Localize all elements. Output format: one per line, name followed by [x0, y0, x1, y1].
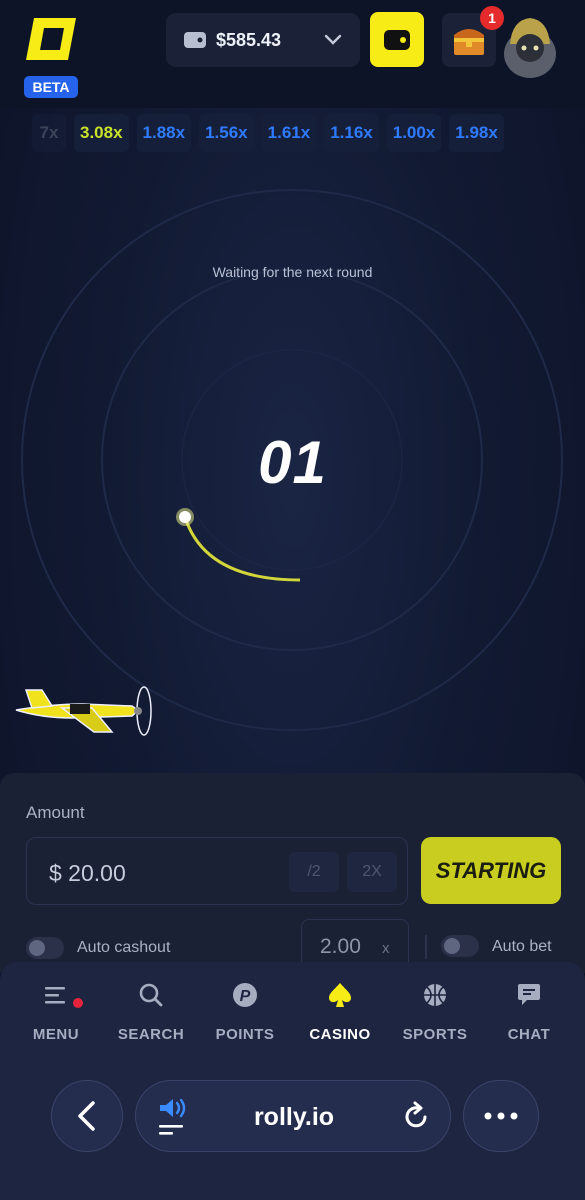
plane-icon	[15, 686, 152, 736]
bottom-nav: MENU SEARCH P POINTS CASINO SPORTS CHAT	[0, 962, 585, 1057]
halve-button[interactable]: /2	[289, 852, 339, 892]
nav-item-points[interactable]: P POINTS	[198, 980, 292, 1043]
multiplier-chip: 1.56x	[199, 114, 254, 152]
nav-label: SPORTS	[402, 1026, 468, 1043]
nav-label: CHAT	[507, 1026, 551, 1043]
auto-cashout-toggle[interactable]	[26, 937, 64, 959]
page: BETA $585.43 1 7x 3.08x 1.88x 1.56x 1.61…	[0, 0, 585, 1200]
divider	[425, 935, 427, 959]
auto-bet-label: Auto bet	[492, 938, 552, 955]
chevron-down-icon	[324, 34, 342, 45]
toggle-knob	[444, 938, 460, 954]
search-icon	[139, 983, 163, 1007]
nav-item-sports[interactable]: SPORTS	[388, 980, 482, 1043]
nav-label: POINTS	[215, 1026, 275, 1043]
multiplier-chip: 1.88x	[136, 114, 192, 152]
toggle-knob	[29, 940, 45, 956]
auto-bet-toggle[interactable]	[441, 935, 479, 957]
countdown: 01	[258, 429, 327, 496]
nav-item-menu[interactable]: MENU	[9, 980, 103, 1043]
multiplier-chip: 7x	[32, 114, 66, 152]
svg-text:P: P	[240, 988, 251, 1005]
address-bar[interactable]: rolly.io	[135, 1080, 451, 1152]
treasure-chest-icon	[454, 29, 484, 55]
avatar[interactable]	[500, 14, 560, 78]
logo-icon[interactable]	[24, 14, 78, 64]
basketball-icon	[424, 984, 446, 1006]
nav-label: MENU	[32, 1026, 80, 1043]
wallet-icon	[184, 32, 206, 48]
multiplier-history: 7x 3.08x 1.88x 1.56x 1.61x 1.16x 1.00x 1…	[0, 112, 585, 154]
chat-icon	[518, 984, 540, 1005]
multiplier-chip: 1.00x	[386, 114, 442, 152]
starting-button[interactable]: STARTING	[421, 837, 561, 904]
multiplier-chip: 3.08x	[74, 114, 129, 152]
auto-cashout-value: 2.00	[320, 935, 361, 958]
spade-icon	[329, 983, 351, 1007]
notification-dot	[73, 998, 83, 1008]
nav-item-casino[interactable]: CASINO	[293, 980, 387, 1043]
multiplier-chip: 1.16x	[324, 114, 379, 152]
back-button[interactable]	[51, 1080, 123, 1152]
points-icon: P	[233, 983, 257, 1007]
balance-value: $585.43	[216, 29, 282, 50]
double-button[interactable]: 2X	[347, 852, 397, 892]
nav-item-search[interactable]: SEARCH	[104, 980, 198, 1043]
bet-panel: Amount $ 20.00 /2 2X STARTING Auto casho…	[0, 773, 585, 973]
nav-item-chat[interactable]: CHAT	[482, 980, 576, 1043]
round-status: Waiting for the next round	[212, 264, 373, 280]
reload-icon[interactable]	[400, 1101, 432, 1133]
nav-label: CASINO	[309, 1026, 371, 1043]
multiplier-chip: 1.98x	[449, 114, 504, 152]
browser-toolbar: rolly.io	[0, 1057, 585, 1200]
amount-field[interactable]: $ 20.00 /2 2X	[26, 837, 408, 905]
menu-icon	[45, 987, 65, 1004]
auto-cashout-label: Auto cashout	[77, 939, 171, 956]
beta-badge: BETA	[24, 76, 78, 98]
amount-label: Amount	[26, 803, 85, 822]
nav-label: SEARCH	[117, 1026, 185, 1043]
header: BETA $585.43 1	[0, 0, 585, 108]
amount-value[interactable]: $ 20.00	[49, 860, 126, 887]
chevron-left-icon	[78, 1101, 95, 1131]
wallet-button[interactable]	[370, 12, 424, 67]
balance-selector[interactable]: $585.43	[166, 13, 360, 67]
wallet-icon	[384, 29, 410, 50]
more-icon	[484, 1112, 518, 1120]
multiplier-chip: 1.61x	[261, 114, 317, 152]
auto-cashout-unit: x	[382, 940, 390, 957]
game-area: Waiting for the next round 01	[0, 160, 585, 770]
more-button[interactable]	[463, 1080, 539, 1152]
